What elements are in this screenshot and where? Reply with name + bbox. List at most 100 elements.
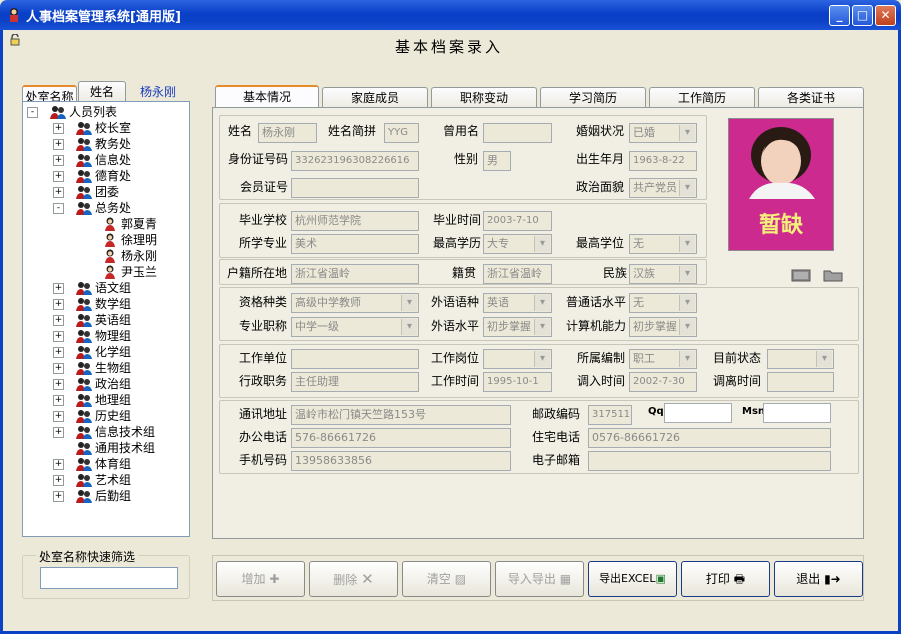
office-tel-field[interactable]: 576-86661726 [291, 428, 511, 448]
tree-node-dept[interactable]: 艺术组 [95, 472, 131, 488]
tree-node-toggle[interactable]: + [53, 139, 64, 150]
post-select[interactable] [483, 349, 552, 369]
unit-field[interactable] [291, 349, 419, 369]
work-time-field[interactable]: 1995-10-1 [483, 372, 552, 392]
gender-field[interactable]: 男 [483, 151, 511, 171]
tree-node-dept[interactable]: 物理组 [95, 328, 131, 344]
exit-button[interactable]: 退出 ▮➜ [774, 561, 863, 597]
tree-node-toggle[interactable]: + [53, 379, 64, 390]
political-select[interactable]: 共产党员 [629, 178, 697, 198]
tree-node-person[interactable]: 杨永刚 [121, 248, 157, 264]
lang-select[interactable]: 英语 [483, 293, 552, 313]
tree-node-dept[interactable]: 生物组 [95, 360, 131, 376]
staffing-select[interactable]: 职工 [629, 349, 697, 369]
qq-field[interactable] [664, 403, 732, 423]
mobile-field[interactable]: 13958633856 [291, 451, 511, 471]
maximize-button[interactable]: □ [852, 5, 873, 26]
minimize-button[interactable]: _ [829, 5, 850, 26]
tab-title-changes[interactable]: 职称变动 [431, 87, 537, 109]
tree-node-dept[interactable]: 数学组 [95, 296, 131, 312]
tree-node-toggle[interactable]: + [53, 347, 64, 358]
tree-node-person[interactable]: 徐理明 [121, 232, 157, 248]
lock-icon[interactable] [9, 33, 21, 46]
name-abbr-field[interactable]: YYG [384, 123, 419, 143]
tree-node-person[interactable]: 郭夏青 [121, 216, 157, 232]
tree-node-toggle[interactable]: - [53, 203, 64, 214]
delete-button[interactable]: 删除 ✕ [309, 561, 398, 597]
tree-node-dept[interactable]: 英语组 [95, 312, 131, 328]
clear-button[interactable]: 清空 ▨ [402, 561, 491, 597]
tree-node-dept[interactable]: 信息处 [95, 152, 131, 168]
tree-node-toggle[interactable]: + [53, 411, 64, 422]
tree-node-dept[interactable]: 总务处 [95, 200, 131, 216]
hukou-field[interactable]: 浙江省温岭 [291, 264, 419, 284]
mandarin-select[interactable]: 无 [629, 293, 697, 313]
filter-input[interactable] [40, 567, 178, 589]
tab-basic[interactable]: 基本情况 [215, 85, 319, 109]
tree-node-dept[interactable]: 地理组 [95, 392, 131, 408]
tab-person-name[interactable]: 姓名 [78, 81, 126, 103]
dept-tree[interactable]: - 人员列表 + 校长室 + 教务处 + 信息处 + 德育处 + 团委 - 总务处 郭夏青 徐理明 杨永刚 尹玉兰… [22, 101, 190, 537]
edu-select[interactable]: 大专 [483, 234, 552, 254]
tree-node-dept[interactable]: 通用技术组 [95, 440, 155, 456]
school-field[interactable]: 杭州师范学院 [291, 211, 419, 231]
tree-node-dept[interactable]: 校长室 [95, 120, 131, 136]
tree-node-dept[interactable]: 团委 [95, 184, 119, 200]
photo-open-folder-icon[interactable] [823, 268, 843, 282]
admin-post-field[interactable]: 主任助理 [291, 372, 419, 392]
photo-view-icon[interactable] [791, 268, 811, 282]
tree-node-dept[interactable]: 德育处 [95, 168, 131, 184]
computer-select[interactable]: 初步掌握 [629, 317, 697, 337]
birth-field[interactable]: 1963-8-22 [629, 151, 697, 171]
tab-family[interactable]: 家庭成员 [322, 87, 428, 109]
transfer-in-field[interactable]: 2002-7-30 [629, 372, 697, 392]
tab-study[interactable]: 学习简历 [540, 87, 646, 109]
tree-node-dept[interactable]: 化学组 [95, 344, 131, 360]
degree-select[interactable]: 无 [629, 234, 697, 254]
tab-work[interactable]: 工作简历 [649, 87, 755, 109]
tree-node-toggle[interactable]: + [53, 299, 64, 310]
qual-select[interactable]: 高级中学教师 [291, 293, 419, 313]
tree-node-toggle[interactable]: + [53, 187, 64, 198]
transfer-out-field[interactable] [767, 372, 834, 392]
tree-node-toggle[interactable]: + [53, 363, 64, 374]
member-no-field[interactable] [291, 178, 419, 198]
msn-field[interactable] [763, 403, 831, 423]
tree-node-dept[interactable]: 信息技术组 [95, 424, 155, 440]
add-button[interactable]: 增加 ✚ [216, 561, 305, 597]
tree-node-toggle[interactable]: + [53, 315, 64, 326]
photo-frame[interactable]: 暂缺 [728, 118, 834, 251]
title-select[interactable]: 中学一级 [291, 317, 419, 337]
tree-node-toggle[interactable]: + [53, 155, 64, 166]
former-name-field[interactable] [483, 123, 552, 143]
email-field[interactable] [588, 451, 831, 471]
tree-node-toggle[interactable]: + [53, 427, 64, 438]
marital-select[interactable]: 已婚 [629, 123, 697, 143]
tree-node-toggle[interactable]: + [53, 491, 64, 502]
close-button[interactable]: ✕ [875, 5, 896, 26]
tree-node-dept[interactable]: 体育组 [95, 456, 131, 472]
lang-level-select[interactable]: 初步掌握 [483, 317, 552, 337]
tree-node-toggle[interactable]: + [53, 171, 64, 182]
import-export-button[interactable]: 导入导出 ▦ [495, 561, 584, 597]
ethnic-select[interactable]: 汉族 [629, 264, 697, 284]
print-button[interactable]: 打印 🖶 [681, 561, 770, 597]
tree-node-dept[interactable]: 历史组 [95, 408, 131, 424]
export-excel-button[interactable]: 导出EXCEL▣ [588, 561, 677, 597]
home-tel-field[interactable]: 0576-86661726 [588, 428, 831, 448]
id-no-field[interactable]: 332623196308226616 [291, 151, 419, 171]
tree-node-dept[interactable]: 政治组 [95, 376, 131, 392]
tree-node-toggle[interactable]: + [53, 459, 64, 470]
tree-node-toggle[interactable]: + [53, 283, 64, 294]
major-field[interactable]: 美术 [291, 234, 419, 254]
zip-field[interactable]: 317511 [588, 405, 632, 425]
tree-node-toggle[interactable]: + [53, 123, 64, 134]
tree-node-dept[interactable]: 语文组 [95, 280, 131, 296]
native-field[interactable]: 浙江省温岭 [483, 264, 552, 284]
tree-node-toggle[interactable]: + [53, 395, 64, 406]
tree-node-dept[interactable]: 后勤组 [95, 488, 131, 504]
tree-root-toggle[interactable]: - [27, 107, 38, 118]
status-select[interactable] [767, 349, 834, 369]
tree-node-toggle[interactable]: + [53, 331, 64, 342]
grad-time-field[interactable]: 2003-7-10 [483, 211, 552, 231]
